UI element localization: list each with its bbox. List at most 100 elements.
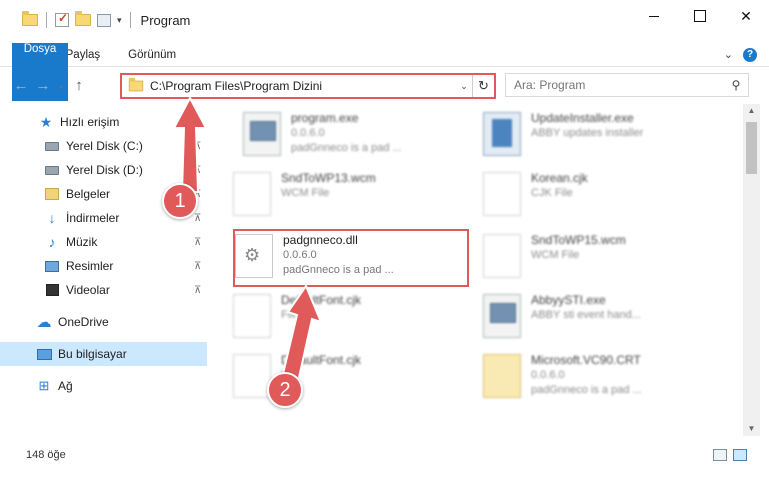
sidebar-item-network[interactable]: ⊞ Ağ bbox=[0, 374, 207, 398]
file-item[interactable]: SndToWP13.wcm WCM File bbox=[233, 168, 473, 226]
pin-icon[interactable]: ⊼ bbox=[194, 261, 201, 272]
file-description: ABBY sti event hand... bbox=[531, 309, 641, 321]
pin-icon[interactable]: ⊼ bbox=[194, 285, 201, 296]
back-button[interactable]: ← bbox=[10, 77, 32, 94]
expand-ribbon-icon[interactable]: ⌄ bbox=[724, 48, 733, 61]
status-bar: 148 öğe bbox=[0, 444, 769, 466]
file-item[interactable]: program.exe 0.0.6.0 padGnneco is a pad .… bbox=[243, 108, 483, 166]
file-name: DefaultFont.cjk bbox=[281, 293, 362, 307]
generic-file-icon bbox=[233, 354, 271, 398]
sidebar-item-this-pc[interactable]: Bu bilgisayar bbox=[0, 342, 207, 366]
pin-icon[interactable]: ⊼ bbox=[194, 141, 201, 152]
file-item[interactable]: Microsoft.VC90.CRT 0.0.6.0 padGnneco is … bbox=[483, 350, 723, 408]
toolbar-divider bbox=[46, 12, 47, 28]
folder-icon bbox=[22, 11, 38, 26]
sidebar-item-pictures[interactable]: Resimler ⊼ bbox=[0, 254, 207, 278]
minimize-button[interactable] bbox=[631, 0, 677, 32]
installer-file-icon bbox=[483, 112, 521, 156]
quick-access-toolbar: ▾ bbox=[0, 11, 133, 28]
file-item[interactable]: DefaultFont.cjk File bbox=[233, 290, 473, 348]
close-button[interactable]: ✕ bbox=[723, 0, 769, 32]
file-name: UpdateInstaller.exe bbox=[531, 111, 634, 125]
customize-toolbar-dropdown[interactable]: ▾ bbox=[117, 15, 122, 26]
generic-file-icon bbox=[483, 172, 521, 216]
up-button[interactable]: ↑ bbox=[68, 77, 90, 94]
properties-icon[interactable] bbox=[55, 11, 69, 27]
pin-icon[interactable]: ⊼ bbox=[194, 165, 201, 176]
sidebar-item-label: Resimler bbox=[66, 259, 114, 273]
search-input[interactable] bbox=[514, 78, 724, 92]
file-description: padGnneco is a pad ... bbox=[291, 142, 402, 154]
scroll-up-button[interactable]: ▲ bbox=[743, 104, 760, 118]
search-icon[interactable]: ⚲ bbox=[724, 78, 748, 92]
file-type: File bbox=[281, 309, 299, 321]
scroll-thumb[interactable] bbox=[746, 122, 757, 174]
sidebar-item-label: Hızlı erişim bbox=[60, 115, 120, 129]
details-view-icon[interactable] bbox=[713, 449, 727, 461]
sidebar-item-quick-access[interactable]: ★ Hızlı erişim bbox=[0, 110, 207, 134]
maximize-button[interactable] bbox=[677, 0, 723, 32]
step-1-badge: 1 bbox=[162, 183, 198, 219]
file-version: 0.0.6.0 bbox=[531, 369, 565, 381]
address-path[interactable]: C:\Program Files\Program Dizini bbox=[150, 79, 456, 93]
file-item[interactable]: AbbyySTI.exe ABBY sti event hand... bbox=[483, 290, 723, 348]
tab-view[interactable]: Görünüm bbox=[114, 43, 190, 66]
sidebar-item-disk-d[interactable]: Yerel Disk (D:) ⊼ bbox=[0, 158, 207, 182]
computer-icon bbox=[36, 347, 52, 361]
manifest-file-icon bbox=[483, 354, 521, 398]
file-name: DefaultFont.cjk bbox=[281, 353, 362, 367]
navigation-pane: ★ Hızlı erişim Yerel Disk (C:) ⊼ Yerel D… bbox=[0, 108, 208, 440]
file-item[interactable]: UpdateInstaller.exe ABBY updates install… bbox=[483, 108, 723, 166]
drive-icon bbox=[44, 163, 60, 177]
download-icon: ↓ bbox=[48, 210, 56, 226]
file-name: Microsoft.VC90.CRT bbox=[531, 353, 641, 367]
sidebar-item-label: İndirmeler bbox=[66, 211, 120, 225]
search-box[interactable]: ⚲ bbox=[505, 73, 749, 97]
file-name: program.exe bbox=[291, 111, 359, 125]
star-icon: ★ bbox=[39, 113, 53, 130]
file-type: CJK File bbox=[531, 187, 573, 199]
step-2-badge: 2 bbox=[267, 372, 303, 408]
pin-icon[interactable]: ⊼ bbox=[194, 237, 201, 248]
file-item[interactable]: Korean.cjk CJK File bbox=[483, 168, 723, 226]
rename-icon[interactable] bbox=[97, 13, 111, 27]
navigation-bar: ← → ⌄ ↑ C:\Program Files\Program Dizini … bbox=[0, 70, 769, 100]
explorer-window: ▾ Program ✕ Dosya Giriş Paylaş Görünüm ⌄… bbox=[0, 0, 769, 478]
address-dropdown-icon[interactable]: ⌄ bbox=[456, 81, 472, 92]
generic-file-icon bbox=[233, 294, 271, 338]
sidebar-item-videos[interactable]: Videolar ⊼ bbox=[0, 278, 207, 302]
ribbon-right: ⌄ ? bbox=[724, 43, 769, 66]
title-bar: ▾ Program ✕ bbox=[0, 0, 769, 40]
item-count: 148 öğe bbox=[26, 449, 66, 461]
file-name: SndToWP13.wcm bbox=[281, 171, 376, 185]
sidebar-item-onedrive[interactable]: ☁ OneDrive bbox=[0, 310, 207, 334]
window-controls: ✕ bbox=[631, 0, 769, 32]
sidebar-item-label: Bu bilgisayar bbox=[58, 347, 127, 361]
folder-icon bbox=[128, 77, 144, 92]
refresh-icon[interactable]: ↻ bbox=[472, 75, 494, 97]
video-icon bbox=[44, 283, 60, 297]
scroll-down-button[interactable]: ▼ bbox=[743, 422, 760, 436]
large-icons-view-icon[interactable] bbox=[733, 449, 747, 461]
help-icon[interactable]: ? bbox=[743, 47, 757, 62]
network-icon: ⊞ bbox=[38, 378, 50, 393]
exe-file-icon bbox=[483, 294, 521, 338]
exe-file-icon bbox=[243, 112, 281, 156]
file-name: SndToWP15.wcm bbox=[531, 233, 626, 247]
file-description: ABBY updates installer bbox=[531, 127, 644, 139]
documents-icon bbox=[44, 187, 60, 201]
recent-locations-button[interactable]: ⌄ bbox=[54, 80, 68, 91]
pin-icon[interactable]: ⊼ bbox=[194, 213, 201, 224]
sidebar-item-label: Yerel Disk (D:) bbox=[66, 163, 143, 177]
view-switcher bbox=[713, 449, 747, 461]
forward-button[interactable]: → bbox=[32, 77, 54, 94]
address-bar[interactable]: C:\Program Files\Program Dizini ⌄ ↻ bbox=[120, 73, 496, 99]
sidebar-item-music[interactable]: ♪ Müzik ⊼ bbox=[0, 230, 207, 254]
sidebar-item-disk-c[interactable]: Yerel Disk (C:) ⊼ bbox=[0, 134, 207, 158]
new-folder-icon[interactable] bbox=[75, 11, 91, 26]
vertical-scrollbar[interactable]: ▲ ▼ bbox=[743, 104, 760, 436]
sidebar-item-label: Müzik bbox=[66, 235, 98, 249]
file-item[interactable]: SndToWP15.wcm WCM File bbox=[483, 230, 723, 288]
file-name: AbbyySTI.exe bbox=[531, 293, 606, 307]
generic-file-icon bbox=[233, 172, 271, 216]
